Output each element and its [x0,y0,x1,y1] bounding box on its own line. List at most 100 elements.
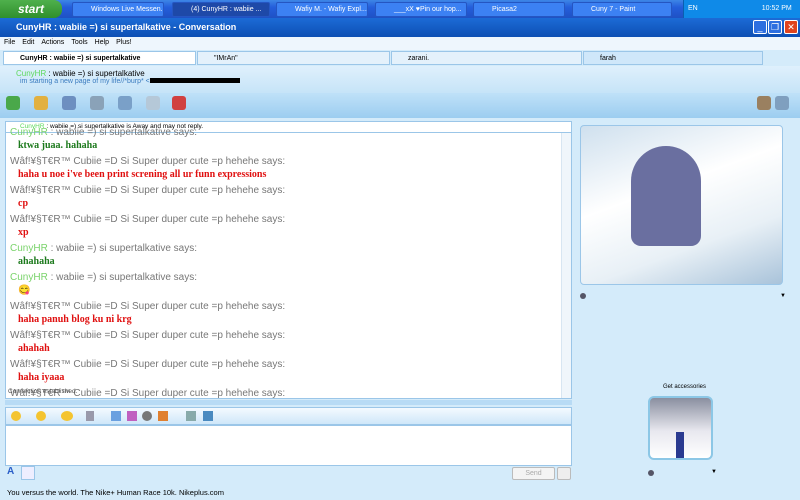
sender-text: Wâf!¥§T€R™ Cubiie =D Si Super duper cute… [10,359,286,370]
search-button[interactable] [557,467,571,480]
wink-icon[interactable] [36,411,46,421]
resize-handle[interactable] [5,400,572,405]
chat-message: Wâf!¥§T€R™ Cubiie =D Si Super duper cute… [6,330,571,355]
contact-name-rest: : wabiie =) si supertalkative [46,69,145,78]
tab-zarani[interactable]: zarani. [391,51,582,65]
menu-bar: File Edit Actions Tools Help Plus! [0,37,800,50]
my-webcam-icon[interactable] [648,470,654,476]
contact-name[interactable]: CunyHR [16,69,46,78]
sender-text: : wabiie =) si supertalkative says: [47,243,198,254]
font-button[interactable]: A [7,466,20,480]
tab-imran[interactable]: "IMrAn" [197,51,390,65]
language-indicator[interactable]: EN [688,5,698,12]
sender-text: Wâf!¥§T€R™ Cubiie =D Si Super duper cute… [10,185,286,196]
chat-message: Wâf!¥§T€R™ Cubiie =D Si Super duper cute… [6,359,571,384]
message-text: haha u noe i've been print screning all … [18,169,267,180]
message-text: haha iyaaa [18,372,65,383]
emoticon-icon[interactable] [11,411,21,421]
my-display-options-arrow[interactable]: ▼ [711,469,717,475]
task-picasa[interactable]: Picasa2 [473,2,565,17]
menu-file[interactable]: File [4,39,15,46]
background-icon[interactable] [111,411,121,421]
chat-message: Wâf!¥§T€R™ Cubiie =D Si Super duper cute… [6,156,571,181]
chat-message: Wâf!¥§T€R™ Cubiie =D Si Super duper cute… [6,388,571,398]
message-input[interactable] [5,425,572,466]
menu-actions[interactable]: Actions [41,39,64,46]
tab-cunyhr[interactable]: CunyHR : wabiie =) si supertalkative [3,51,196,65]
contact-header: CunyHR : wabiie =) si supertalkative im … [0,66,800,93]
connection-status: Connection established. [8,388,78,395]
sender-name: CunyHR [10,127,48,138]
chat-history[interactable]: CunyHR : wabiie =) si supertalkative is … [5,121,572,399]
nudge-icon[interactable] [61,411,73,421]
my-display-picture[interactable] [648,396,713,460]
chat-message: CunyHR : wabiie =) si supertalkative say… [6,243,571,268]
task-browser[interactable]: ___xX ♥Pin our hop... [375,2,467,17]
message-sender: Wâf!¥§T€R™ Cubiie =D Si Super duper cute… [6,214,571,226]
handwriting-button[interactable] [21,466,35,480]
sender-text: Wâf!¥§T€R™ Cubiie =D Si Super duper cute… [10,330,286,341]
send-button[interactable]: Send [512,467,555,480]
plus-icon[interactable] [158,411,168,421]
maximize-button[interactable]: ❐ [768,20,782,34]
task-conversation[interactable]: (4) CunyHR : wabiie ... [172,2,270,17]
display-options-arrow[interactable]: ▼ [780,293,786,299]
system-tray: EN 10:52 PM [683,0,800,18]
sender-text: : wabiie =) si supertalkative says: [47,127,198,138]
message-sender: CunyHR : wabiie =) si supertalkative say… [6,127,571,139]
start-button[interactable]: start [0,0,62,18]
message-text: 😋 [18,285,31,296]
webcam-icon[interactable] [62,96,76,110]
minimize-button[interactable]: _ [753,20,767,34]
tie [676,432,684,458]
task-explorer[interactable]: Wafiy M. - Wafiy Expl... [276,2,368,17]
block-icon[interactable] [172,96,186,110]
message-text: ktwa juaa. hahaha [18,140,98,151]
invite-icon[interactable] [6,96,20,110]
paintbrush-icon[interactable] [757,96,771,110]
redacted-bar [149,78,240,83]
menu-help[interactable]: Help [95,39,109,46]
voice-clip-icon[interactable] [86,411,94,421]
send-files-icon[interactable] [34,96,48,110]
menu-edit[interactable]: Edit [22,39,34,46]
spellcheck-icon[interactable] [186,411,196,421]
chat-scrollbar[interactable] [561,133,571,398]
menu-tools[interactable]: Tools [71,39,87,46]
message-text: cp [18,198,28,209]
status-message: im starting a new page of my life//*burp… [20,78,150,85]
close-button[interactable]: ✕ [784,20,798,34]
message-sender: Wâf!¥§T€R™ Cubiie =D Si Super duper cute… [6,359,571,371]
window-title: CunyHR : wabiie =) si supertalkative - C… [0,18,800,37]
ad-banner[interactable]: You versus the world. The Nike+ Human Ra… [7,488,224,497]
sender-text: Wâf!¥§T€R™ Cubiie =D Si Super duper cute… [10,214,286,225]
sender-text: : wabiie =) si supertalkative says: [47,272,198,283]
message-sender: Wâf!¥§T€R™ Cubiie =D Si Super duper cute… [6,301,571,313]
menu-options-icon[interactable] [775,96,789,110]
sound-icon[interactable] [142,411,152,421]
task-messenger[interactable]: Windows Live Messen... [72,2,164,17]
screenshot-icon[interactable] [203,411,213,421]
webcam-small-icon[interactable] [580,293,586,299]
chat-message: Wâf!¥§T€R™ Cubiie =D Si Super duper cute… [6,301,571,326]
hooded-figure [631,146,701,246]
call-icon[interactable] [90,96,104,110]
games-icon[interactable] [146,96,160,110]
message-sender: Wâf!¥§T€R™ Cubiie =D Si Super duper cute… [6,388,571,398]
message-sender: CunyHR : wabiie =) si supertalkative say… [6,272,571,284]
message-list: CunyHR : wabiie =) si supertalkative say… [6,127,571,398]
ink-icon[interactable] [127,411,137,421]
get-accessories-link[interactable]: Get accessories [663,384,706,390]
sender-name: CunyHR [10,272,48,283]
message-sender: Wâf!¥§T€R™ Cubiie =D Si Super duper cute… [6,156,571,168]
contact-display-picture[interactable] [580,125,783,285]
chat-message: CunyHR : wabiie =) si supertalkative say… [6,127,571,152]
message-sender: Wâf!¥§T€R™ Cubiie =D Si Super duper cute… [6,185,571,197]
message-text: xp [18,227,29,238]
activities-icon[interactable] [118,96,132,110]
menu-plus[interactable]: Plus! [116,39,132,46]
task-paint[interactable]: Cuny 7 - Paint [572,2,672,17]
message-text: ahahah [18,343,50,354]
sender-text: Wâf!¥§T€R™ Cubiie =D Si Super duper cute… [10,156,286,167]
tab-farah[interactable]: farah [583,51,763,65]
